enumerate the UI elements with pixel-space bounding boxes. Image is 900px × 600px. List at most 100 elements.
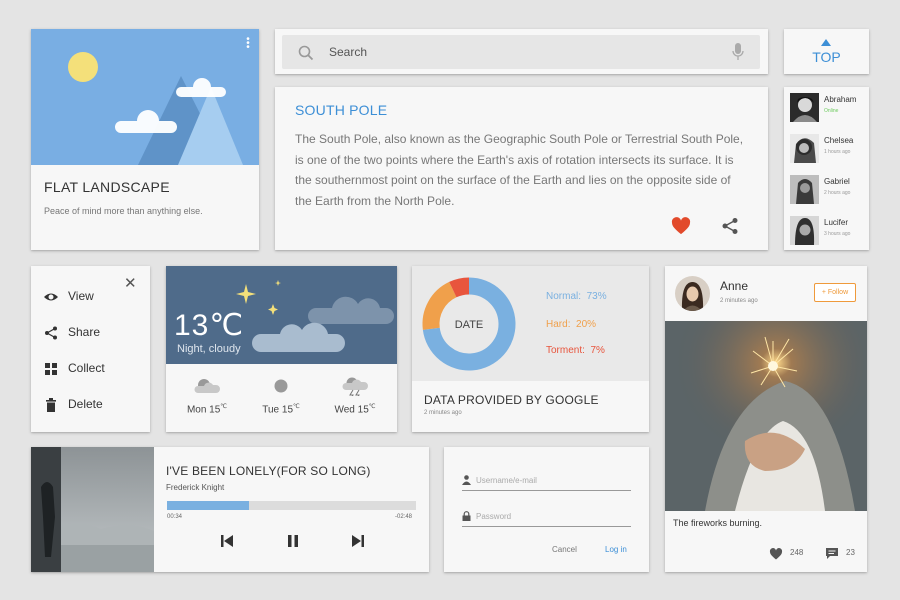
contact-name: Gabriel (824, 177, 850, 186)
music-player: I'VE BEEN LONELY(FOR SO LONG) Frederick … (31, 447, 429, 572)
post-photo (665, 321, 867, 511)
heart-icon[interactable] (769, 548, 783, 560)
menu-item-label: Collect (68, 361, 105, 375)
mic-icon[interactable] (732, 43, 744, 61)
post-caption: The fireworks burning. (673, 518, 763, 528)
article-title: SOUTH POLE (295, 102, 388, 118)
contact-item[interactable]: Gabriel 2 hours ago (790, 175, 868, 205)
forecast-label: Tue 15℃ (262, 404, 300, 416)
contact-status: 1 hours ago (824, 149, 851, 155)
avatar (790, 93, 819, 122)
progress-fill (167, 501, 250, 510)
search-bar (275, 29, 768, 74)
donut-center-label: DATE (455, 319, 484, 331)
menu-item-share[interactable]: Share (44, 323, 144, 343)
avatar (790, 134, 819, 163)
article-body: The South Pole, also known as the Geogra… (295, 132, 744, 208)
contact-status: Online (824, 108, 839, 114)
avatar[interactable] (675, 276, 710, 311)
cloud-shape (308, 296, 394, 324)
contact-name: Chelsea (824, 136, 854, 145)
chart-time: 2 minutes ago (424, 410, 462, 416)
menu-item-label: View (68, 289, 94, 303)
username-field[interactable] (476, 473, 626, 487)
more-vert-icon[interactable]: • • • (246, 35, 250, 53)
forecast-day: Tue 15℃ (250, 376, 312, 415)
contact-name: Abraham (824, 95, 857, 104)
weather-condition: Night, cloudy (177, 343, 241, 355)
social-post-card: Anne 2 minutes ago + Follow The firework… (665, 266, 867, 572)
article-card: SOUTH POLE The South Pole, also known as… (275, 87, 768, 250)
forecast-day: Wed 15℃ (324, 376, 386, 415)
login-button[interactable]: Log in (605, 545, 627, 554)
grid-icon (45, 363, 57, 375)
contact-item[interactable]: Abraham Online (790, 93, 868, 123)
chart-card: DATE Normal: 73% Hard: 20% Torment: 7% D… (412, 266, 649, 432)
contact-name: Lucifer (824, 218, 849, 227)
forecast-day: Mon 15℃ (176, 376, 238, 415)
landscape-scene-svg (68, 52, 243, 165)
share-icon (45, 326, 57, 340)
album-art (31, 447, 154, 572)
cloud-shape (176, 78, 226, 97)
weather-card: 13℃ Night, cloudy Mon 15℃ Tue 15℃ Wed 15… (166, 266, 397, 432)
heart-icon[interactable] (671, 217, 691, 235)
cancel-button[interactable]: Cancel (552, 545, 577, 554)
progress-bar[interactable] (167, 501, 416, 510)
chart-panel: DATE Normal: 73% Hard: 20% Torment: 7% (412, 266, 649, 381)
post-author[interactable]: Anne (720, 279, 748, 293)
menu-item-label: Share (68, 325, 101, 339)
song-artist: Frederick Knight (166, 483, 225, 492)
search-input[interactable] (329, 43, 709, 61)
legend-torment: Torment: 7% (546, 345, 605, 356)
star-icon (268, 304, 278, 315)
elapsed-time: 00:34 (167, 514, 183, 520)
follow-button[interactable]: + Follow (814, 283, 856, 302)
pause-icon[interactable] (286, 534, 300, 548)
username-row (462, 471, 631, 491)
comment-count: 23 (846, 548, 855, 557)
sun-icon (274, 379, 288, 393)
share-icon[interactable] (721, 217, 739, 235)
eye-icon (44, 293, 58, 301)
remaining-time: -02:48 (395, 514, 413, 520)
star-icon (236, 284, 256, 304)
contact-item[interactable]: Lucifer 3 hours ago (790, 216, 868, 246)
sun-icon (68, 52, 98, 82)
top-button[interactable]: TOP (784, 29, 869, 74)
top-button-label: TOP (812, 49, 841, 65)
current-temperature: 13℃ (174, 309, 245, 342)
cloud-shape (252, 322, 345, 352)
menu-item-label: Delete (68, 397, 103, 411)
comment-icon[interactable] (825, 547, 839, 560)
forecast-label: Mon 15℃ (186, 404, 228, 416)
next-icon[interactable] (351, 534, 365, 548)
contact-item[interactable]: Chelsea 1 hours ago (790, 134, 868, 164)
star-icon (275, 280, 281, 286)
search-icon (298, 45, 314, 61)
donut-chart: DATE (422, 277, 516, 371)
menu-item-collect[interactable]: Collect (44, 359, 144, 379)
password-field[interactable] (476, 509, 626, 523)
action-menu: ✕ View Share Collect Delete (31, 266, 150, 432)
weather-panel: 13℃ Night, cloudy (166, 266, 397, 364)
contact-list: Abraham Online Chelsea 1 hours ago Gabri… (784, 87, 869, 250)
like-count: 248 (790, 548, 804, 557)
card-subtitle: Peace of mind more than anything else. (44, 206, 203, 216)
forecast-label: Wed 15℃ (334, 404, 376, 416)
landscape-card: • • • FLAT LANDSCAPE Peace of mind more th… (31, 29, 259, 250)
menu-item-delete[interactable]: Delete (44, 395, 144, 415)
avatar (790, 175, 819, 204)
legend-hard: Hard: 20% (546, 319, 597, 330)
arrow-up-icon (821, 39, 831, 46)
previous-icon[interactable] (220, 534, 234, 548)
donut-slice-torment (449, 277, 470, 298)
contact-status: 3 hours ago (824, 231, 851, 237)
menu-item-view[interactable]: View (44, 287, 144, 307)
chart-caption: DATA PROVIDED BY GOOGLE (424, 393, 599, 407)
login-form: Cancel Log in (444, 447, 649, 572)
song-title: I'VE BEEN LONELY(FOR SO LONG) (166, 464, 371, 478)
legend-normal: Normal: 73% (546, 291, 607, 302)
search-box (282, 35, 760, 69)
post-time: 2 minutes ago (720, 298, 758, 304)
